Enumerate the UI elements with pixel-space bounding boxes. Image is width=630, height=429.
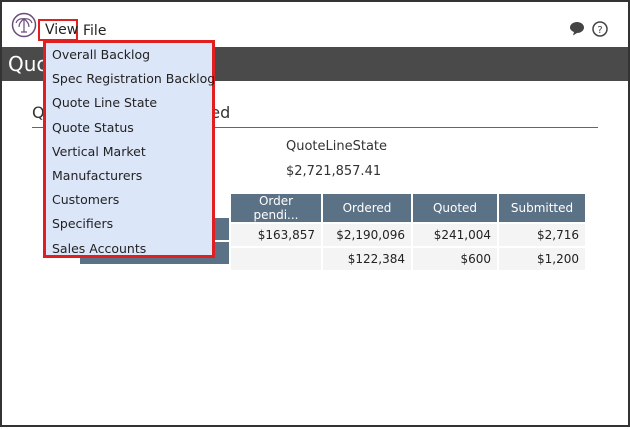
- menu-item-overall-backlog[interactable]: Overall Backlog: [46, 43, 212, 67]
- table-cell: $2,190,096: [321, 222, 412, 247]
- column-header[interactable]: Ordered: [321, 194, 412, 223]
- table-cell: $1,200: [497, 246, 585, 270]
- menu-item-sales-accounts[interactable]: Sales Accounts: [46, 237, 212, 261]
- metric-value: $2,721,857.41: [286, 164, 382, 179]
- table-row: $163,857 $2,190,096 $241,004 $2,716: [229, 222, 585, 247]
- menu-item-spec-registration-backlog[interactable]: Spec Registration Backlog: [46, 67, 215, 91]
- chat-bubble-icon[interactable]: [568, 20, 585, 37]
- table-cell: [229, 246, 322, 270]
- top-icons: ?: [568, 20, 608, 37]
- data-table: Order pendi... Ordered Quoted Submitted …: [229, 194, 585, 270]
- menu-item-quote-status[interactable]: Quote Status: [46, 116, 212, 140]
- view-menu-button[interactable]: View: [38, 19, 78, 41]
- table-cell: $122,384: [321, 246, 412, 270]
- column-header[interactable]: Quoted: [411, 194, 498, 223]
- table-cell: $600: [411, 246, 498, 270]
- menu-item-vertical-market[interactable]: Vertical Market: [46, 140, 212, 164]
- help-circle-icon[interactable]: ?: [591, 20, 608, 37]
- table-cell: $2,716: [497, 222, 585, 247]
- menu-item-manufacturers[interactable]: Manufacturers: [46, 164, 212, 188]
- menu-item-quote-line-state[interactable]: Quote Line State: [46, 91, 212, 115]
- metric-label: QuoteLineState: [286, 139, 388, 154]
- svg-text:?: ?: [597, 25, 602, 36]
- palm-tree-logo-icon: [11, 12, 37, 38]
- table-cell: $241,004: [411, 222, 498, 247]
- menu-item-specifiers[interactable]: Specifiers: [46, 212, 212, 236]
- menu-item-customers[interactable]: Customers: [46, 188, 212, 212]
- column-header[interactable]: Order pendi...: [229, 194, 322, 223]
- table-row: $122,384 $600 $1,200: [229, 246, 585, 270]
- file-menu-button[interactable]: File: [83, 23, 106, 39]
- table-cell: $163,857: [229, 222, 322, 247]
- column-header[interactable]: Submitted: [497, 194, 585, 223]
- view-dropdown-menu: Overall Backlog Spec Registration Backlo…: [43, 40, 215, 258]
